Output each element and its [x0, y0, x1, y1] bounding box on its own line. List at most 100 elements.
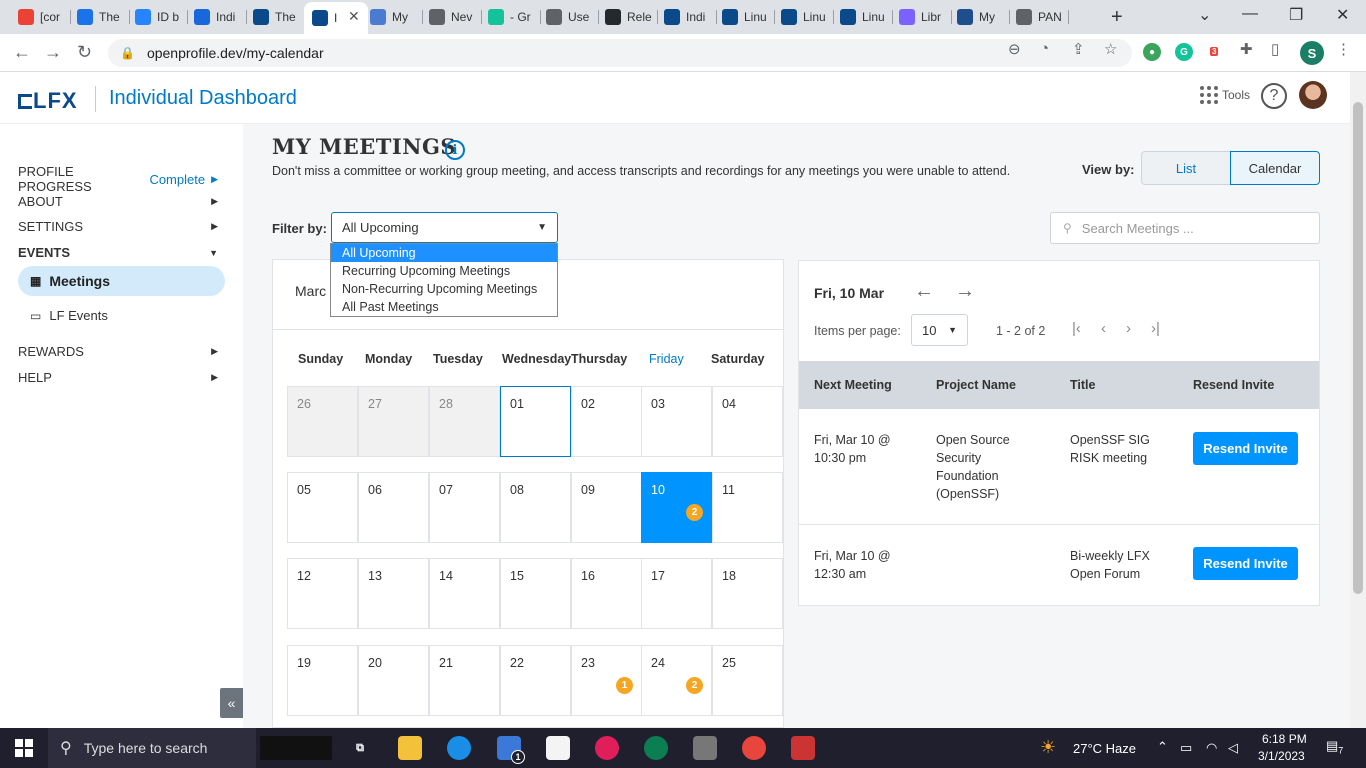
- profile-progress[interactable]: PROFILE PROGRESS Complete ▶: [18, 164, 218, 194]
- minimize-icon[interactable]: —: [1242, 5, 1258, 23]
- tray-chevron-up-icon[interactable]: ⌃: [1157, 739, 1168, 755]
- filter-option-non-recurring[interactable]: Non-Recurring Upcoming Meetings: [331, 280, 557, 298]
- calendar-day-cell[interactable]: 18: [712, 558, 783, 629]
- calendar-day-cell[interactable]: 28: [429, 386, 500, 457]
- browser-tab[interactable]: - Gr: [480, 4, 536, 30]
- calendar-day-cell[interactable]: 24 2: [641, 645, 712, 716]
- calendar-day-cell[interactable]: 22: [500, 645, 571, 716]
- restore-icon[interactable]: ❐: [1289, 5, 1303, 25]
- sidebar-item-lf-events[interactable]: ▭ LF Events: [30, 308, 108, 323]
- browser-tab[interactable]: Rele: [597, 4, 653, 30]
- zoom-out-icon[interactable]: ⊖: [1008, 40, 1021, 58]
- resend-invite-button[interactable]: Resend Invite: [1193, 547, 1298, 580]
- help-icon[interactable]: ?: [1261, 83, 1287, 109]
- calendar-view-button[interactable]: Calendar: [1230, 151, 1320, 185]
- grammarly-icon[interactable]: G: [1175, 43, 1193, 61]
- slack-icon[interactable]: [595, 736, 619, 760]
- taskbar-search-input[interactable]: ⚲ Type here to search: [48, 728, 256, 768]
- list-view-button[interactable]: List: [1141, 151, 1230, 185]
- browser-profile-avatar[interactable]: S: [1300, 41, 1324, 65]
- sidebar-item-help[interactable]: HELP ▶: [18, 370, 218, 385]
- browser-tab[interactable]: My: [362, 4, 418, 30]
- resend-invite-button[interactable]: Resend Invite: [1193, 432, 1298, 465]
- task-view-icon[interactable]: ⧉: [348, 736, 372, 760]
- browser-tab[interactable]: Libr: [891, 4, 947, 30]
- weather-icon[interactable]: ☀: [1040, 737, 1056, 758]
- prev-page-icon[interactable]: ‹: [1101, 320, 1106, 337]
- collapse-sidebar-button[interactable]: «: [220, 688, 243, 718]
- calendar-day-cell[interactable]: 11: [712, 472, 783, 543]
- next-page-icon[interactable]: ›: [1126, 320, 1131, 337]
- calendar-day-cell[interactable]: 07: [429, 472, 500, 543]
- arrow-left-icon[interactable]: ←: [914, 280, 934, 303]
- weather-text[interactable]: 27°C Haze: [1073, 741, 1136, 756]
- browser-tab[interactable]: The: [69, 4, 125, 30]
- volume-icon[interactable]: ◁: [1228, 740, 1238, 756]
- info-icon[interactable]: i: [445, 140, 465, 160]
- profile-complete-link[interactable]: Complete ▶: [149, 172, 218, 187]
- sidebar-item-meetings[interactable]: ▦ Meetings: [18, 266, 225, 296]
- calendar-day-cell[interactable]: 16: [571, 558, 642, 629]
- first-page-icon[interactable]: |‹: [1072, 320, 1081, 337]
- last-page-icon[interactable]: ›|: [1151, 320, 1160, 337]
- browser-tab[interactable]: Nev: [421, 4, 477, 30]
- browser-tab[interactable]: ID b: [127, 4, 183, 30]
- calendar-day-cell[interactable]: 03: [641, 386, 712, 457]
- mail-icon[interactable]: 1: [497, 736, 525, 764]
- address-bar[interactable]: 🔒 openprofile.dev/my-calendar: [108, 39, 1132, 67]
- clock-time[interactable]: 6:18 PM: [1262, 732, 1307, 746]
- tools-menu[interactable]: Tools: [1200, 86, 1250, 104]
- browser-tab[interactable]: Indi: [186, 4, 242, 30]
- snipping-tool-icon[interactable]: [791, 736, 815, 760]
- meeting-count-badge[interactable]: 2: [686, 504, 703, 521]
- lfx-logo[interactable]: LFX: [18, 88, 78, 114]
- browser-tab[interactable]: [cor: [10, 4, 66, 30]
- extension-robot-icon[interactable]: ●: [1143, 43, 1161, 61]
- calendar-day-cell[interactable]: 25: [712, 645, 783, 716]
- battery-icon[interactable]: ▭: [1180, 740, 1192, 756]
- notification-icon[interactable]: ▤7: [1326, 738, 1343, 756]
- side-panel-icon[interactable]: ▯: [1271, 40, 1279, 58]
- filter-option-past[interactable]: All Past Meetings: [331, 298, 557, 316]
- edge-dev-icon[interactable]: [644, 736, 668, 760]
- calendar-day-cell[interactable]: 21: [429, 645, 500, 716]
- arrow-right-icon[interactable]: →: [955, 280, 975, 303]
- calendar-day-cell[interactable]: 27: [358, 386, 429, 457]
- window-close-icon[interactable]: ✕: [1336, 5, 1349, 25]
- meeting-count-badge[interactable]: 2: [686, 677, 703, 694]
- calculator-icon[interactable]: [693, 736, 717, 760]
- browser-tab[interactable]: Linu: [773, 4, 829, 30]
- chrome-icon[interactable]: [742, 736, 766, 760]
- calendar-day-cell[interactable]: 13: [358, 558, 429, 629]
- performance-icon[interactable]: ◔: [1040, 40, 1049, 57]
- filter-select[interactable]: All Upcoming ▼: [331, 212, 558, 243]
- filter-option-all-upcoming[interactable]: All Upcoming: [331, 244, 557, 262]
- back-icon[interactable]: ←: [13, 42, 31, 63]
- sidebar-item-settings[interactable]: SETTINGS ▶: [18, 219, 218, 234]
- browser-menu-icon[interactable]: ⋮: [1336, 40, 1351, 58]
- browser-tab[interactable]: Use: [538, 4, 594, 30]
- sidebar-item-about[interactable]: ABOUT ▶: [18, 194, 218, 209]
- calendar-day-cell[interactable]: 20: [358, 645, 429, 716]
- scrollbar-thumb[interactable]: [1353, 102, 1363, 594]
- page-scrollbar[interactable]: [1350, 72, 1366, 728]
- edge-icon[interactable]: [447, 736, 471, 760]
- browser-tab[interactable]: Linu: [832, 4, 888, 30]
- file-explorer-icon[interactable]: [398, 736, 422, 760]
- calendar-day-cell[interactable]: 01: [500, 386, 571, 457]
- filter-option-recurring[interactable]: Recurring Upcoming Meetings: [331, 262, 557, 280]
- clock-date[interactable]: 3/1/2023: [1258, 749, 1305, 763]
- windows-start-icon[interactable]: [15, 739, 33, 757]
- meeting-count-badge[interactable]: 1: [616, 677, 633, 694]
- store-icon[interactable]: [546, 736, 570, 760]
- chevron-down-icon[interactable]: ⌄: [1198, 5, 1211, 25]
- browser-tab[interactable]: The: [245, 4, 301, 30]
- calendar-day-cell[interactable]: 09: [571, 472, 642, 543]
- calendar-day-cell[interactable]: 23 1: [571, 645, 642, 716]
- calendar-day-cell[interactable]: 04: [712, 386, 783, 457]
- calendar-day-cell[interactable]: 06: [358, 472, 429, 543]
- items-per-page-select[interactable]: 10 ▼: [911, 314, 968, 346]
- widget-app-icon[interactable]: [260, 736, 332, 760]
- calendar-day-cell[interactable]: 14: [429, 558, 500, 629]
- browser-tab[interactable]: Indi: [656, 4, 712, 30]
